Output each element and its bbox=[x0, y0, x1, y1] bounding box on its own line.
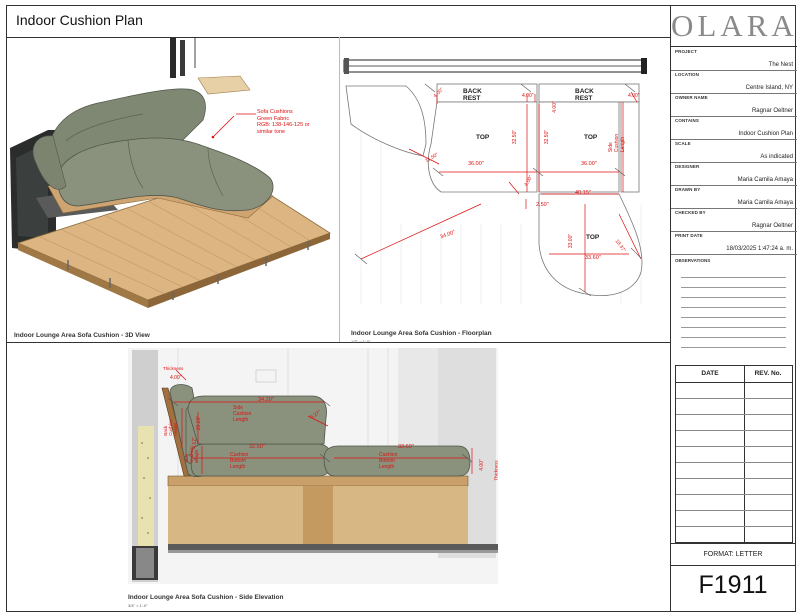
sheet-number: F1911 bbox=[698, 571, 768, 599]
sofa-3d-view bbox=[10, 38, 331, 308]
dim-elev-2020: 20.20" bbox=[196, 415, 203, 431]
field-value: The Nest bbox=[768, 62, 793, 68]
rev-row-line bbox=[676, 510, 792, 511]
label-top-3: TOP bbox=[586, 234, 600, 241]
revision-table: DATE REV. No. bbox=[675, 365, 793, 543]
dim-elev-3420: 34.20" bbox=[258, 397, 274, 403]
annotation-3d-note: Sofa Cushions Green Fabric RGB: 138-146-… bbox=[257, 109, 310, 135]
observation-line bbox=[681, 287, 786, 288]
floorplan-drawing bbox=[343, 58, 647, 304]
dim-400-d: 4.00" bbox=[628, 93, 640, 99]
field-value: As indicated bbox=[760, 154, 793, 160]
label-top-2: TOP bbox=[584, 134, 598, 141]
sheet-title: Indoor Cushion Plan bbox=[16, 12, 143, 28]
dim-elev-400: 4.00" bbox=[170, 375, 182, 381]
dim-elev-400b: 4.00" bbox=[478, 459, 485, 471]
field-owner: OWNER NAME Ragnar Oeltner bbox=[671, 93, 797, 117]
field-value: 18/03/2025 1:47:24 a. m. bbox=[726, 246, 793, 252]
label-side-cushion-length: Side Cushion Length bbox=[233, 405, 252, 423]
dim-400-b: 4.00" bbox=[522, 93, 534, 99]
label-back-cushion-height: Back Cushion Height bbox=[162, 419, 178, 436]
observation-line bbox=[681, 337, 786, 338]
elevation-text-layer: Thickness 4.00" 34.20" Side Cushion Leng… bbox=[0, 0, 499, 481]
dim-400-c: 4.00" bbox=[551, 101, 558, 113]
label-back-rest-2: BACK REST bbox=[575, 88, 594, 102]
field-project: PROJECT The Nest bbox=[671, 47, 797, 71]
dim-side-length: Side Cushion Length bbox=[608, 133, 627, 153]
field-value: Ragnar Oeltner bbox=[751, 108, 793, 114]
company-logo: OLARA bbox=[671, 5, 797, 47]
view-scale-elevation: 3/4" = 1'-0" bbox=[128, 603, 148, 608]
side-elevation-drawing bbox=[128, 348, 498, 584]
label-thickness-2: Thickness bbox=[493, 460, 499, 481]
dim-elev-3360: 33.60" bbox=[398, 444, 414, 450]
dim-3909: 36.00" bbox=[468, 161, 484, 167]
field-print-date: PRINT DATE 18/03/2025 1:47:24 a. m. bbox=[671, 231, 797, 255]
dim-3250b: 32.50" bbox=[544, 129, 551, 145]
field-label: CHECKED BY bbox=[675, 210, 706, 215]
rev-row-line bbox=[676, 430, 792, 431]
dim-elev-3250: 32.50" bbox=[249, 444, 265, 450]
rev-row-line bbox=[676, 478, 792, 479]
field-label: LOCATION bbox=[675, 72, 699, 77]
view-label-3d: Indoor Lounge Area Sofa Cushion - 3D Vie… bbox=[14, 332, 150, 339]
field-label: DESIGNER bbox=[675, 164, 700, 169]
observation-line bbox=[681, 317, 786, 318]
label-thickness: Thickness bbox=[163, 366, 184, 371]
label-side-cushion-height: Side Cushion Height bbox=[183, 446, 199, 463]
field-label: PRINT DATE bbox=[675, 233, 703, 238]
label-back-rest-1: BACK REST bbox=[463, 88, 482, 102]
observation-line bbox=[681, 327, 786, 328]
observation-line bbox=[681, 347, 786, 348]
field-label: DRAWN BY bbox=[675, 187, 701, 192]
observation-line bbox=[681, 297, 786, 298]
field-value: Centre Island, NY bbox=[745, 85, 793, 91]
observation-line bbox=[681, 307, 786, 308]
view-divider-vertical bbox=[339, 37, 340, 342]
field-label: CONTAINS bbox=[675, 118, 699, 123]
rev-row-line bbox=[676, 494, 792, 495]
format-label: FORMAT: LETTER bbox=[670, 543, 796, 566]
view-label-elevation: Indoor Lounge Area Sofa Cushion - Side E… bbox=[128, 594, 284, 601]
dim-3360: 33.60" bbox=[585, 255, 601, 261]
field-checked-by: CHECKED BY Ragnar Oeltner bbox=[671, 208, 797, 232]
observations-label: OBSERVATIONS bbox=[675, 258, 711, 263]
rev-no-header: REV. No. bbox=[754, 370, 782, 377]
rev-row-line bbox=[676, 526, 792, 527]
field-value: Maria Camila Amaya bbox=[737, 177, 793, 183]
note-line: RGB: 138-146-125 or bbox=[257, 122, 310, 128]
rev-row-line bbox=[676, 398, 792, 399]
label-cushion-bottom-1: Cushion Bottom Length bbox=[230, 452, 249, 470]
dim-4015: 40.15" bbox=[575, 190, 591, 196]
label-top-1: TOP bbox=[476, 134, 490, 141]
observation-line bbox=[681, 277, 786, 278]
rev-row-line bbox=[676, 462, 792, 463]
field-value: Maria Camila Amaya bbox=[737, 200, 793, 206]
view-label-floorplan: Indoor Lounge Area Sofa Cushion - Floorp… bbox=[351, 330, 492, 337]
rev-row-line bbox=[676, 414, 792, 415]
field-value: Ragnar Oeltner bbox=[751, 223, 793, 229]
dim-3600: 36.00" bbox=[581, 161, 597, 167]
rev-column-divider bbox=[744, 366, 745, 542]
dim-250: 2.50" bbox=[536, 202, 549, 208]
field-label: SCALE bbox=[675, 141, 691, 146]
field-designer: DESIGNER Maria Camila Amaya bbox=[671, 162, 797, 186]
field-scale: SCALE As indicated bbox=[671, 139, 797, 163]
sheet-title-bar: Indoor Cushion Plan bbox=[6, 5, 670, 38]
view-divider-horizontal bbox=[6, 342, 670, 343]
label-cushion-bottom-2: Cushion Bottom Length bbox=[379, 452, 398, 470]
field-label: OWNER NAME bbox=[675, 95, 708, 100]
rev-date-header: DATE bbox=[701, 370, 719, 377]
field-contains: CONTAINS Indoor Cushion Plan bbox=[671, 116, 797, 140]
field-drawn-by: DRAWN BY Maria Camila Amaya bbox=[671, 185, 797, 209]
dim-3300: 33.00" bbox=[568, 233, 575, 249]
rev-row-line bbox=[676, 382, 792, 383]
field-label: PROJECT bbox=[675, 49, 697, 54]
field-value: Indoor Cushion Plan bbox=[738, 131, 793, 137]
dim-3250a: 32.50" bbox=[512, 129, 519, 145]
field-location: LOCATION Centre Island, NY bbox=[671, 70, 797, 94]
view-scale-floorplan: 1/2" = 1'-0" bbox=[351, 339, 371, 344]
rev-row-line bbox=[676, 446, 792, 447]
note-line: similar tone bbox=[257, 128, 286, 135]
